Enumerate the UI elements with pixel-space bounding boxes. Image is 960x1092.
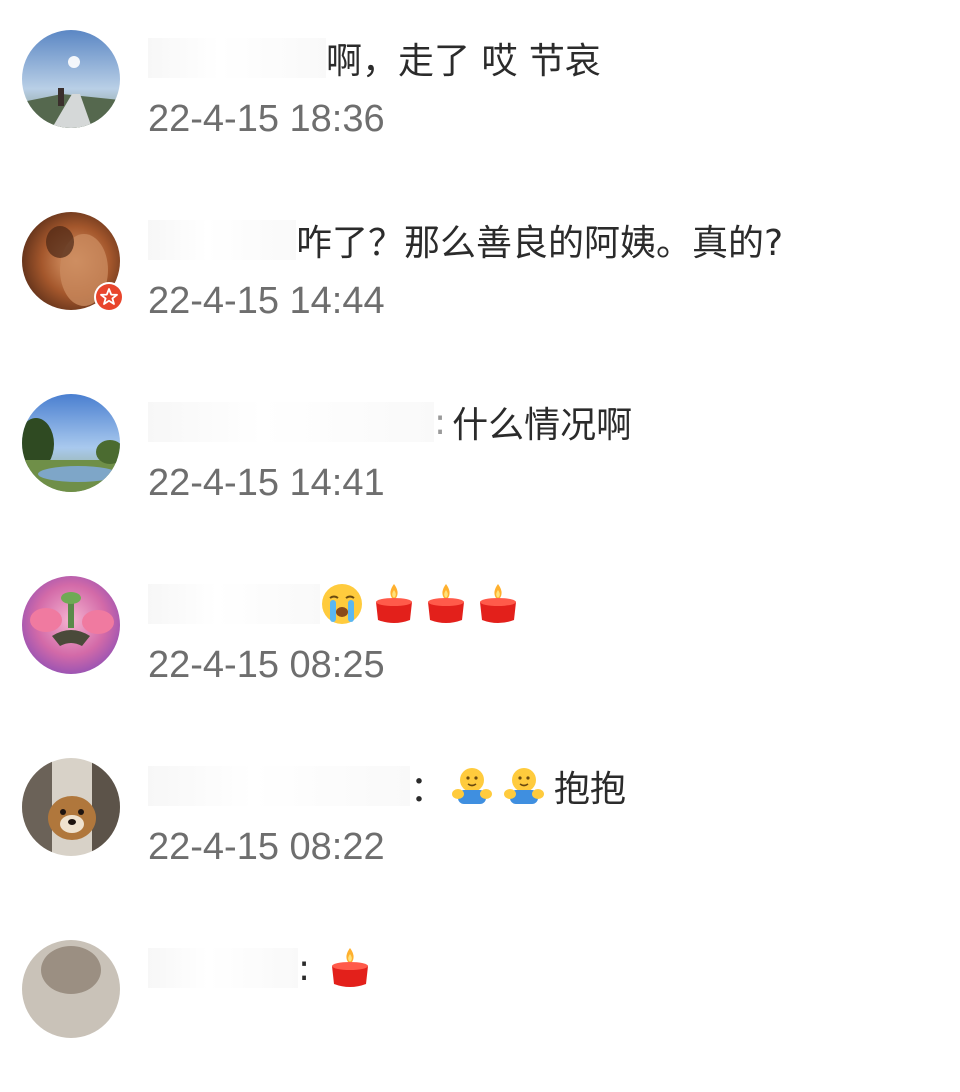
- comment-item: 啊，走了 哎 节哀 22-4-15 18:36: [0, 0, 960, 182]
- separator: :: [298, 947, 311, 989]
- comment-timestamp: 22-4-15 18:36: [148, 98, 385, 140]
- avatar-image: [22, 30, 120, 128]
- verified-badge-icon: [94, 282, 124, 312]
- avatar-image: [22, 394, 120, 492]
- avatar-image: [22, 940, 120, 1038]
- avatar-image: [22, 576, 120, 674]
- comment-line: 咋了？那么善良的阿姨。真的?: [148, 216, 783, 264]
- crying-face-icon: [320, 582, 364, 626]
- comment-item: 22-4-15 08:25: [0, 546, 960, 728]
- candle-icon: [476, 582, 520, 626]
- comment-text: 什么情况啊: [452, 405, 633, 446]
- avatar[interactable]: [22, 212, 124, 312]
- username-redacted[interactable]: [148, 766, 410, 806]
- separator: :: [434, 401, 447, 443]
- separator: ：: [410, 769, 447, 810]
- avatar[interactable]: [22, 940, 120, 1038]
- avatar[interactable]: [22, 30, 120, 128]
- comment-line: :: [148, 944, 380, 992]
- comment-line: [148, 580, 528, 628]
- hug-icon: [502, 764, 546, 808]
- comment-timestamp: 22-4-15 14:41: [148, 462, 385, 504]
- username-redacted[interactable]: [148, 584, 320, 624]
- username-redacted[interactable]: [148, 220, 296, 260]
- comment-text: 啊，走了 哎 节哀: [326, 41, 601, 82]
- avatar[interactable]: [22, 576, 120, 674]
- candle-icon: [372, 582, 416, 626]
- avatar-image: [22, 758, 120, 856]
- avatar[interactable]: [22, 394, 120, 492]
- comment-timestamp: 22-4-15 14:44: [148, 280, 385, 322]
- username-redacted[interactable]: [148, 402, 434, 442]
- comment-text: 咋了？那么善良的阿姨。真的?: [296, 223, 784, 264]
- comment-timestamp: 22-4-15 08:25: [148, 644, 385, 686]
- comment-item: 咋了？那么善良的阿姨。真的? 22-4-15 14:44: [0, 182, 960, 364]
- comment-line: 啊，走了 哎 节哀: [148, 34, 601, 82]
- username-redacted[interactable]: [148, 38, 326, 78]
- hug-icon: [450, 764, 494, 808]
- comment-item: :: [0, 910, 960, 1092]
- comment-timestamp: 22-4-15 08:22: [148, 826, 385, 868]
- comment-item: ： 抱抱 22-4-15 08:22: [0, 728, 960, 910]
- comment-line: ： 抱抱: [148, 762, 626, 810]
- comment-item: : 什么情况啊 22-4-15 14:41: [0, 364, 960, 546]
- comment-text: 抱抱: [554, 769, 627, 810]
- avatar[interactable]: [22, 758, 120, 856]
- candle-icon: [328, 946, 372, 990]
- candle-icon: [424, 582, 468, 626]
- username-redacted[interactable]: [148, 948, 298, 988]
- comment-line: : 什么情况啊: [148, 398, 632, 446]
